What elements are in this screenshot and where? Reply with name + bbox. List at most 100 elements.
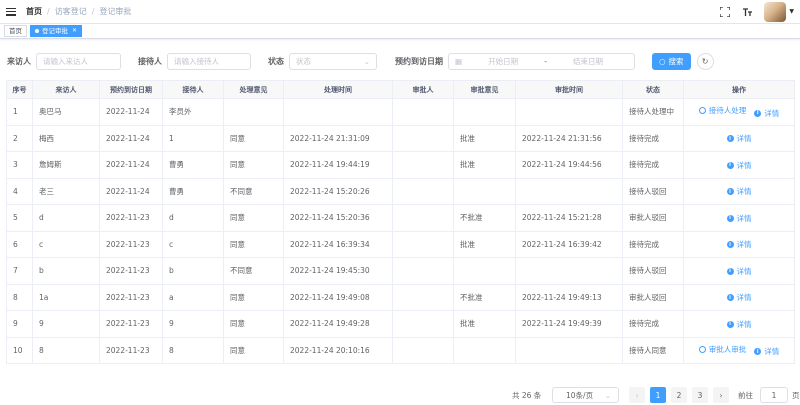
table-cell: 老三 xyxy=(32,178,100,205)
column-header: 审批意见 xyxy=(453,80,516,99)
column-header: 序号 xyxy=(6,80,33,99)
info-icon: i xyxy=(726,214,734,222)
table-cell: 2022-11-24 xyxy=(99,125,163,152)
goto-page-input[interactable]: 1 xyxy=(760,387,788,403)
search-icon: ○ xyxy=(659,56,666,66)
table-cell xyxy=(392,257,454,285)
detail-link[interactable]: i 详情 xyxy=(726,319,752,330)
table-cell xyxy=(392,284,454,311)
table-cell: 曹勇 xyxy=(162,178,224,205)
refresh-icon: ↻ xyxy=(701,56,709,66)
chevron-down-icon[interactable]: ▼ xyxy=(789,8,794,15)
breadcrumb-home[interactable]: 首页 xyxy=(26,6,42,17)
close-icon[interactable]: ✕ xyxy=(72,26,77,36)
info-icon: i xyxy=(726,294,734,301)
table-cell xyxy=(392,125,454,152)
table-cell xyxy=(283,98,393,126)
page-3[interactable]: 3 xyxy=(692,387,708,403)
page-2[interactable]: 2 xyxy=(671,387,687,403)
detail-link[interactable]: i 详情 xyxy=(726,266,752,277)
receiver-input[interactable]: 请输入接待人 xyxy=(167,52,251,70)
table-row: 7 b 2022-11-23 b 不同意 2022-11-24 19:45:30 接待人驳回… xyxy=(6,257,795,285)
actions-cell: i 详情 xyxy=(683,310,795,338)
actions-cell: i 详情 xyxy=(683,151,795,179)
tag-approval[interactable]: 登记审批 ✕ xyxy=(30,25,83,37)
detail-link[interactable]: i 详情 xyxy=(726,186,752,197)
end-date-input[interactable]: 结束日期 xyxy=(573,56,603,67)
total-count: 共 26 条 xyxy=(512,390,542,400)
table-cell: 2022-11-24 19:49:13 xyxy=(515,284,623,311)
table-cell: 2022-11-24 19:45:30 xyxy=(283,257,393,285)
detail-link[interactable]: i 详情 xyxy=(726,292,752,303)
table-cell: 2022-11-24 15:20:26 xyxy=(283,178,393,205)
breadcrumb: 首页 / 访客登记 / 登记审批 xyxy=(26,6,131,17)
prev-page-button[interactable]: ‹ xyxy=(629,387,645,403)
page-1[interactable]: 1 xyxy=(650,387,666,403)
table-cell xyxy=(515,257,623,285)
table-cell: 2022-11-24 15:21:28 xyxy=(515,204,623,232)
detail-link[interactable]: i 详情 xyxy=(726,133,752,144)
table-cell: 8 xyxy=(162,337,224,364)
table-cell xyxy=(515,98,623,126)
table-cell: 2 xyxy=(6,125,33,152)
detail-link[interactable]: i 详情 xyxy=(726,160,752,171)
table-cell: 2022-11-24 xyxy=(99,151,163,179)
table-cell: 2022-11-23 xyxy=(99,231,163,258)
table-row: 2 梅西 2022-11-24 1 同意 2022-11-24 21:31:09 批准 202… xyxy=(6,125,795,152)
tag-home[interactable]: 首页 xyxy=(4,25,27,37)
table-cell: 接待人驳回 xyxy=(622,178,684,205)
actions-cell: 审批人审批 i 详情 xyxy=(683,337,795,364)
detail-link[interactable]: i 详情 xyxy=(754,346,779,357)
detail-link[interactable]: i 详情 xyxy=(726,239,752,250)
table-cell: 审批人驳回 xyxy=(622,284,684,311)
table-cell: 同意 xyxy=(223,337,284,364)
status-select[interactable]: 状态 ⌄ xyxy=(289,52,377,70)
visitor-input[interactable]: 请输入来访人 xyxy=(36,52,121,70)
table-cell: 9 xyxy=(6,310,33,338)
date-range-picker[interactable]: ▦ 开始日期 - 结束日期 xyxy=(448,52,635,70)
tags-view: 首页 登记审批 ✕ xyxy=(0,24,800,39)
column-header: 审批人 xyxy=(392,80,454,99)
table-cell: 不批准 xyxy=(453,204,516,232)
process-link[interactable]: 审批人审批 xyxy=(698,344,746,355)
table-row: 3 詹姆斯 2022-11-24 曹勇 同意 2022-11-24 19:44:19 批准 2… xyxy=(6,151,795,179)
table-cell: 同意 xyxy=(223,284,284,311)
detail-link[interactable]: i 详情 xyxy=(754,108,779,119)
column-header: 状态 xyxy=(622,80,684,99)
action-label: 详情 xyxy=(736,187,752,196)
detail-link[interactable]: i 详情 xyxy=(726,213,752,224)
refresh-button[interactable]: ↻ xyxy=(696,52,714,70)
search-button[interactable]: ○ 搜索 xyxy=(652,52,691,70)
goto-label: 前往 xyxy=(738,390,753,400)
table-cell xyxy=(392,204,454,232)
table-cell: 接待人同意 xyxy=(622,337,684,364)
table-cell: 2022-11-24 xyxy=(99,178,163,205)
calendar-icon: ▦ xyxy=(455,56,463,66)
table-cell xyxy=(392,178,454,205)
table-cell xyxy=(453,178,516,205)
breadcrumb-approval: 登记审批 xyxy=(99,7,132,16)
table-cell: 2022-11-23 xyxy=(99,310,163,338)
page-suffix: 页 xyxy=(792,390,800,400)
font-size-icon[interactable] xyxy=(740,5,754,19)
table-cell: 批准 xyxy=(453,151,516,179)
avatar[interactable] xyxy=(764,1,787,22)
chevron-down-icon: ⌄ xyxy=(363,56,370,66)
start-date-input[interactable]: 开始日期 xyxy=(488,56,518,67)
hamburger-menu-icon[interactable] xyxy=(6,7,16,17)
action-label: 详情 xyxy=(736,213,752,223)
fullscreen-icon[interactable] xyxy=(718,5,732,19)
date-label: 预约到访日期 xyxy=(395,56,443,66)
table-cell: 2022-11-24 21:31:09 xyxy=(283,125,393,152)
process-link[interactable]: 接待人处理 xyxy=(698,105,746,116)
table-header-row: 序号 来访人 预约到访日期 接待人 处理意见 处理时间 审批人 审批意见 审批时间 状态 操作 xyxy=(6,80,795,99)
table-row: 4 老三 2022-11-24 曹勇 不同意 2022-11-24 15:20:26 接待人… xyxy=(6,178,795,205)
table-cell: 2022-11-24 16:39:42 xyxy=(515,231,623,258)
table-cell: 同意 xyxy=(223,204,284,232)
next-page-button[interactable]: › xyxy=(713,387,729,403)
table-cell: 批准 xyxy=(453,125,516,152)
table-cell: 接待人处理中 xyxy=(622,98,684,126)
table-cell: 2022-11-24 xyxy=(99,98,163,126)
table-cell: 2022-11-24 21:31:56 xyxy=(515,125,623,152)
page-size-select[interactable]: 10条/页 ⌄ xyxy=(552,387,619,403)
